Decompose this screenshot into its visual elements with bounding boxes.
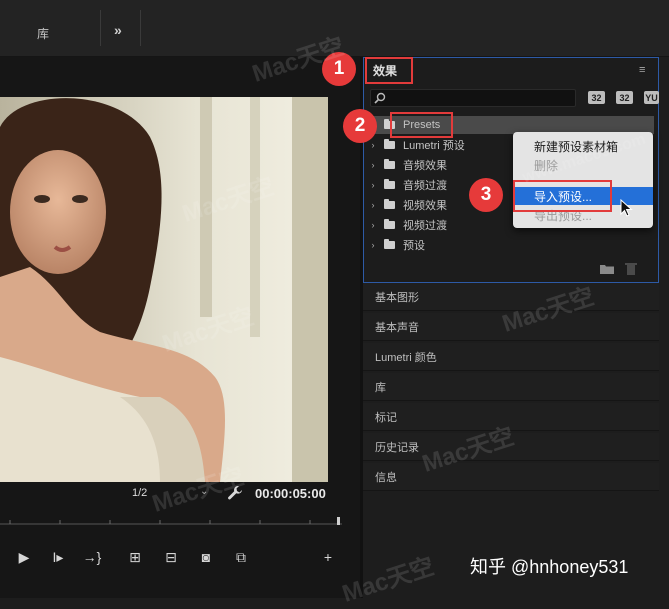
timeline-ruler[interactable] [0, 517, 342, 525]
insert-icon[interactable]: ⊞ [124, 546, 146, 568]
highlight-effects-title [365, 57, 413, 84]
tab-library[interactable]: 库 [37, 25, 49, 42]
panel-menu-icon[interactable]: ≡ [639, 64, 645, 76]
panel-label: 标记 [375, 411, 397, 424]
timecode-display: 00:00:05:00 [255, 486, 326, 501]
accelerated-effects-filter-icon[interactable]: 32 [588, 91, 605, 104]
32bit-effects-filter-icon[interactable]: 32 [616, 91, 633, 104]
folder-icon [384, 199, 395, 209]
camera-icon[interactable]: ◙ [196, 546, 216, 568]
zhihu-watermark: 知乎 @hnhoney531 [470, 557, 629, 577]
yuv-effects-filter-icon[interactable]: YU [644, 91, 659, 104]
panel-label: Lumetri 颜色 [375, 351, 437, 364]
tree-item-label: 音频效果 [403, 160, 447, 172]
playback-resolution-select[interactable]: 1/2 [132, 487, 147, 499]
video-frame [0, 97, 328, 482]
step-forward-icon[interactable]: I▸ [48, 546, 68, 568]
chevron-right-icon[interactable]: › [366, 240, 380, 250]
tree-item-label: 预设 [403, 240, 425, 252]
overwrite-icon[interactable]: ⊟ [160, 546, 182, 568]
chevron-right-icon[interactable]: › [366, 220, 380, 230]
folder-icon [384, 159, 395, 169]
panel-label: 基本图形 [375, 291, 419, 304]
folder-icon [384, 239, 395, 249]
step-3-badge: 3 [469, 178, 503, 212]
panel-label: 历史记录 [375, 441, 419, 454]
chevron-right-icon[interactable]: › [366, 180, 380, 190]
comparison-view-icon[interactable]: ⧉ [230, 546, 252, 568]
new-bin-folder-icon[interactable] [600, 263, 614, 274]
tab-separator [140, 10, 141, 46]
folder-icon [384, 139, 395, 149]
effects-search-input[interactable] [370, 89, 576, 107]
folder-icon [384, 219, 395, 229]
tab-separator [100, 10, 101, 46]
panel-label: 信息 [375, 471, 397, 484]
panel-label: 库 [375, 381, 386, 394]
chevron-right-icon[interactable]: › [366, 140, 380, 150]
go-to-out-icon[interactable]: →} [82, 546, 102, 568]
portrait-photo [0, 97, 328, 482]
mouse-cursor-icon [620, 199, 633, 217]
panel-lumetri-color[interactable]: Lumetri 颜色 [363, 343, 659, 371]
tree-item-label: 音频过渡 [403, 180, 447, 192]
panel-info[interactable]: 信息 [363, 463, 659, 491]
more-tabs-button[interactable]: » [114, 22, 122, 38]
panel-label: 基本声音 [375, 321, 419, 334]
folder-icon [384, 179, 395, 189]
play-icon[interactable]: ▶ [14, 546, 34, 568]
trash-icon[interactable] [625, 262, 637, 275]
search-icon [374, 92, 386, 104]
tree-item-presets-cn[interactable]: › 预设 [366, 236, 654, 254]
add-button-icon[interactable]: + [318, 546, 338, 568]
chevron-right-icon[interactable]: › [366, 160, 380, 170]
panel-libraries[interactable]: 库 [363, 373, 659, 401]
tree-item-label: Lumetri 预设 [403, 140, 465, 152]
chevron-right-icon[interactable]: › [366, 200, 380, 210]
step-2-badge: 2 [343, 109, 377, 143]
transport-controls: ▶ I▸ →} ⊞ ⊟ ◙ ⧉ + [0, 546, 360, 572]
highlight-presets-folder [390, 112, 453, 138]
tree-item-label: 视频过渡 [403, 220, 447, 232]
tree-item-label: 视频效果 [403, 200, 447, 212]
